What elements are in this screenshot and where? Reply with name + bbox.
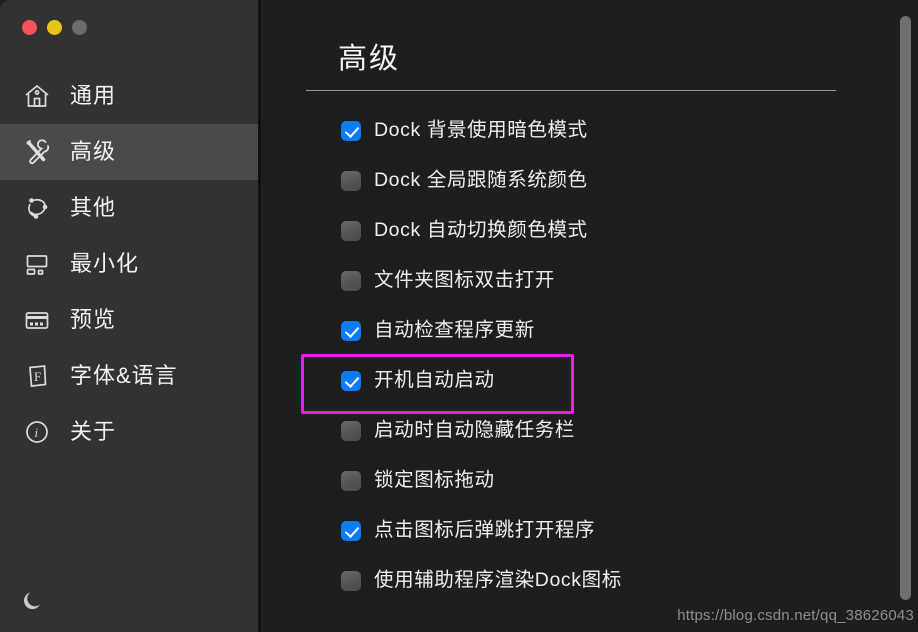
sidebar-item-minimize[interactable]: 最小化: [0, 236, 258, 292]
checkbox[interactable]: [341, 221, 361, 241]
preview-icon: [22, 305, 52, 335]
tools-icon: [22, 137, 52, 167]
option-label: Dock 背景使用暗色模式: [374, 119, 588, 142]
sidebar-item-label: 字体&语言: [70, 363, 178, 388]
checkbox[interactable]: [341, 171, 361, 191]
sidebar-item-label: 最小化: [70, 251, 140, 276]
sidebar-item-about[interactable]: i 关于: [0, 404, 258, 460]
option-row[interactable]: 锁定图标拖动: [261, 456, 918, 506]
option-label: 点击图标后弹跳打开程序: [374, 519, 596, 542]
watermark: https://blog.csdn.net/qq_38626043: [677, 607, 914, 624]
option-label: 锁定图标拖动: [374, 469, 495, 492]
main-content: 高级 Dock 背景使用暗色模式 Dock 全局跟随系统颜色 Dock 自动切换…: [258, 0, 918, 632]
svg-text:F: F: [34, 369, 41, 384]
checkbox[interactable]: [341, 371, 361, 391]
sidebar: 通用 高级 其他 最小化 预览 F 字体&语言 i 关于: [0, 0, 258, 632]
option-row[interactable]: 文件夹图标双击打开: [261, 256, 918, 306]
option-row[interactable]: 启动时自动隐藏任务栏: [261, 406, 918, 456]
vertical-scrollbar[interactable]: [897, 4, 913, 628]
sidebar-item-label: 预览: [70, 307, 117, 332]
sidebar-item-label: 通用: [70, 83, 117, 108]
sidebar-item-advanced[interactable]: 高级: [0, 124, 258, 180]
checkbox[interactable]: [341, 321, 361, 341]
sidebar-item-preview[interactable]: 预览: [0, 292, 258, 348]
sidebar-item-other[interactable]: 其他: [0, 180, 258, 236]
option-row[interactable]: 使用辅助程序渲染Dock图标: [261, 556, 918, 606]
sidebar-item-font-language[interactable]: F 字体&语言: [0, 348, 258, 404]
checkbox[interactable]: [341, 521, 361, 541]
checkbox[interactable]: [341, 471, 361, 491]
info-icon: i: [22, 417, 52, 447]
checkbox[interactable]: [341, 571, 361, 591]
option-label: 开机自动启动: [374, 369, 495, 392]
option-row[interactable]: Dock 自动切换颜色模式: [261, 206, 918, 256]
option-row[interactable]: 自动检查程序更新: [261, 306, 918, 356]
sidebar-item-label: 关于: [70, 419, 117, 444]
option-label: 使用辅助程序渲染Dock图标: [374, 569, 622, 592]
option-label: Dock 自动切换颜色模式: [374, 219, 588, 242]
sidebar-item-label: 其他: [70, 195, 117, 220]
home-icon: [22, 81, 52, 111]
checkbox[interactable]: [341, 421, 361, 441]
page-title: 高级: [338, 43, 401, 75]
sidebar-item-label: 高级: [70, 139, 117, 164]
sidebar-item-general[interactable]: 通用: [0, 68, 258, 124]
title-divider: [306, 90, 836, 91]
scrollbar-thumb[interactable]: [900, 16, 911, 600]
moon-icon: [21, 589, 45, 618]
option-label: 自动检查程序更新: [374, 319, 535, 342]
font-icon: F: [22, 361, 52, 391]
minimize-icon: [22, 249, 52, 279]
checkbox[interactable]: [341, 121, 361, 141]
checkbox[interactable]: [341, 271, 361, 291]
app-window: 通用 高级 其他 最小化 预览 F 字体&语言 i 关于 高级 Dock 背景使…: [0, 0, 918, 632]
option-row[interactable]: 点击图标后弹跳打开程序: [261, 506, 918, 556]
theme-toggle-button[interactable]: [18, 588, 48, 618]
minimize-button[interactable]: [47, 20, 62, 35]
molecule-icon: [22, 193, 52, 223]
sidebar-nav: 通用 高级 其他 最小化 预览 F 字体&语言 i 关于: [0, 68, 258, 460]
option-label: 启动时自动隐藏任务栏: [374, 419, 576, 442]
option-row[interactable]: Dock 全局跟随系统颜色: [261, 156, 918, 206]
svg-text:i: i: [35, 425, 39, 440]
window-controls: [0, 0, 258, 52]
option-label: 文件夹图标双击打开: [374, 269, 555, 292]
option-row-highlighted[interactable]: 开机自动启动: [261, 354, 918, 414]
options-list: Dock 背景使用暗色模式 Dock 全局跟随系统颜色 Dock 自动切换颜色模…: [261, 106, 918, 606]
zoom-button[interactable]: [72, 20, 87, 35]
option-row[interactable]: Dock 背景使用暗色模式: [261, 106, 918, 156]
close-button[interactable]: [22, 20, 37, 35]
option-label: Dock 全局跟随系统颜色: [374, 169, 588, 192]
